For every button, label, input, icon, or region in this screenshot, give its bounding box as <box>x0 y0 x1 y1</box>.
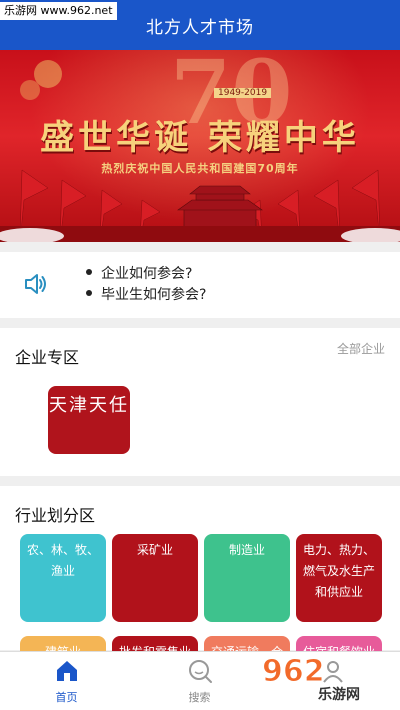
bullet <box>86 269 92 275</box>
corner-watermark-logo: 962 乐游网 <box>262 652 398 708</box>
notice-item-graduate[interactable]: 毕业生如何参会? <box>86 285 206 306</box>
tab-search[interactable]: 搜索 <box>133 652 266 710</box>
notice-item-label: 企业如何参会? <box>101 266 193 282</box>
gate-tower <box>177 185 263 229</box>
industry-tile-mining[interactable]: 采矿业 <box>112 534 198 622</box>
enterprise-card[interactable]: 天津天任 <box>48 386 130 454</box>
app-screen: 北方人才市场 乐游网 www.962.net 70 1949-2019 盛世华诞… <box>0 0 400 710</box>
site-watermark: 乐游网 www.962.net <box>0 2 117 20</box>
enterprise-section: 企业专区 全部企业 天津天任 <box>0 328 400 476</box>
tab-search-label: 搜索 <box>188 691 211 704</box>
industry-section: 行业划分区 农、林、牧、渔业 采矿业 制造业 电力、热力、燃气及水生产和供应业 … <box>0 486 400 676</box>
industry-tile-manufacturing[interactable]: 制造业 <box>204 534 290 622</box>
promo-banner[interactable]: 70 1949-2019 盛世华诞 荣耀中华 热烈庆祝中国人民共和国建国70周年 <box>0 50 400 242</box>
tab-home-label: 首页 <box>55 691 78 704</box>
industry-tile-utilities[interactable]: 电力、热力、燃气及水生产和供应业 <box>296 534 382 622</box>
enterprise-section-title: 企业专区 <box>15 348 80 367</box>
industry-tile-agriculture[interactable]: 农、林、牧、渔业 <box>20 534 106 622</box>
tab-home[interactable]: 首页 <box>0 652 133 710</box>
search-icon <box>188 660 212 683</box>
notice-panel: 企业如何参会? 毕业生如何参会? <box>0 252 400 318</box>
all-enterprises-link[interactable]: 全部企业 <box>337 340 385 357</box>
red-flags-illustration <box>0 60 400 242</box>
speaker-icon <box>25 274 46 294</box>
notice-item-label: 毕业生如何参会? <box>101 287 207 303</box>
watermark-text: 乐游网 <box>318 687 360 703</box>
industry-section-title: 行业划分区 <box>15 506 96 525</box>
watermark-number: 962 <box>262 654 326 690</box>
home-icon <box>56 661 77 681</box>
bullet <box>86 290 92 296</box>
notice-item-enterprise[interactable]: 企业如何参会? <box>86 264 206 285</box>
notice-list: 企业如何参会? 毕业生如何参会? <box>86 264 206 306</box>
